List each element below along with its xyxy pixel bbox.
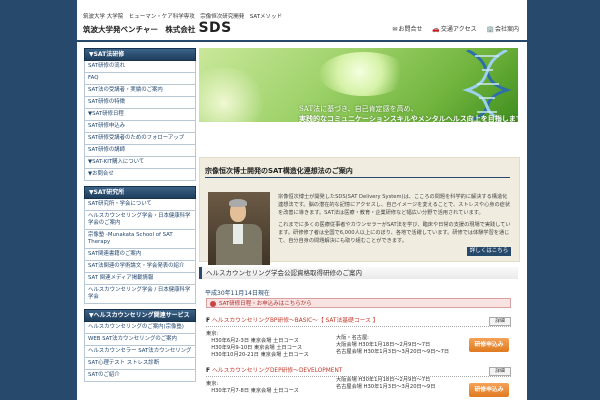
sidebar-item[interactable]: 宗像塾 -Munakata School of SAT Therapy: [84, 230, 196, 249]
intro-title: 宗像恒次博士開発のSAT構造化連想法のご案内: [205, 167, 353, 175]
intro-text: 宗像恒次博士が開発したSDS(SAT Delivery System)は、こころ…: [278, 193, 512, 249]
hero-banner: SAT法に基づき、自己肯定感を高め、 実践的なコミュニケーションスキルやメンタル…: [199, 48, 518, 122]
course-title[interactable]: F ヘルスカウンセリングDEP研修～DEVELOPMENT: [206, 367, 511, 377]
dna-helix-icon: [462, 50, 512, 120]
apply-button[interactable]: 研修申込み: [469, 383, 509, 397]
course-schedule-right: 大阪・名古屋: 大阪会場 H30年1月18日〜2月9日〜7日 名古屋会場 H30…: [336, 335, 449, 356]
course-block: F ヘルスカウンセリングBP研修～BASIC～【 SAT法基礎コース 】 詳細 東…: [206, 317, 511, 365]
course-schedule-left: 東京: H30年7月7-8日 東京会場 土日コース: [206, 381, 299, 395]
course-block: F ヘルスカウンセリングDEP研修～DEVELOPMENT 詳細 東京: H30年…: [206, 367, 511, 400]
intro-detail-button[interactable]: 詳しくはこちら: [467, 247, 511, 256]
intro-section: 宗像恒次博士開発のSAT構造化連想法のご案内 宗像恒次博士が開発したSDS(SA…: [199, 157, 520, 269]
sidebar-item[interactable]: SAT心理テスト ストレス診断: [84, 358, 196, 370]
schedule-line: 名古屋会場 H30年1月3日〜3月20日〜9日〜7日: [336, 349, 450, 355]
banner-text-line1: SAT法に基づき、自己肯定感を高め、: [299, 105, 418, 113]
intro-divider: [205, 177, 510, 178]
schedule-line: 大阪会場 H30年1月18日〜2月9日〜7日: [336, 377, 431, 383]
schedule-line: H30年10月20-21日 東京会場 土日コース: [206, 352, 309, 358]
sidebar-section-counseling[interactable]: ▼ヘルスカウンセリング関連サービス: [84, 309, 196, 322]
schedule-line: H30年9月9-10日 東京会場 土日コース: [206, 345, 303, 351]
sidebar-item[interactable]: ヘルスカウンセリング学会・日本健康科学学会のご案内: [84, 211, 196, 230]
contact-link[interactable]: お問合せ: [398, 26, 422, 33]
photo-hair: [229, 199, 247, 207]
sidebar-item[interactable]: ▼SAT-KIT購入について: [84, 157, 196, 169]
course-detail-button[interactable]: 詳細: [489, 367, 511, 376]
schedule-line: 名古屋会場 H30年1月3日〜3月20日〜9日: [336, 384, 436, 390]
mail-icon: ✉: [392, 26, 398, 33]
intro-paragraph: 宗像恒次博士が開発したSDS(SAT Delivery System)は、こころ…: [278, 194, 511, 216]
sidebar-item[interactable]: ▼お問合せ: [84, 169, 196, 181]
sidebar-item[interactable]: ヘルスカウンセリング学会 / 日本健康科学学会: [84, 285, 196, 304]
intro-paragraph: これまでに多くの医療従事者やカウンセラーがSAT法を学び、臨床や日常の支援の現場…: [278, 222, 511, 244]
course-detail-button[interactable]: 詳細: [489, 317, 511, 326]
sidebar-item[interactable]: ▼SAT研修日程: [84, 109, 196, 121]
brand-name: SDS: [198, 20, 232, 36]
sidebar-section-sat-lab[interactable]: ▼SAT研究所: [84, 186, 196, 199]
sidebar-item[interactable]: WEB SAT法カウンセリングのご案内: [84, 334, 196, 346]
sidebar-item[interactable]: ヘルスカウンセリングのご案内(宗像塾): [84, 322, 196, 334]
brain-illustration: [319, 52, 409, 96]
sidebar-item[interactable]: SAT 関連メディア掲載情報: [84, 273, 196, 285]
sidebar: ▼SAT法研修 SAT研修の流れ FAQ SAT法の受講者・実績のご案内 SAT…: [84, 48, 196, 382]
sidebar-item[interactable]: SAT研修の講師: [84, 145, 196, 157]
brand-prefix: 筑波大学発ベンチャー 株式会社: [83, 25, 196, 34]
sidebar-item[interactable]: SATのご紹介: [84, 370, 196, 382]
sidebar-item[interactable]: SAT関連書籍のご案内: [84, 249, 196, 261]
company-link[interactable]: 会社案内: [495, 26, 519, 33]
arrow-icon: F: [206, 318, 210, 324]
sidebar-section-sat-training[interactable]: ▼SAT法研修: [84, 48, 196, 61]
photo-shirt: [233, 224, 243, 244]
apply-button[interactable]: 研修申込み: [469, 338, 509, 352]
courses-heading: ヘルスカウンセリング学会公認資格取得研修のご案内: [199, 267, 518, 279]
banner-text-line2: 実践的なコミュニケーションスキルやメンタルヘルス向上を目指します: [299, 114, 518, 122]
course-title[interactable]: F ヘルスカウンセリングBP研修～BASIC～【 SAT法基礎コース 】: [206, 317, 511, 327]
course-title-text: ヘルスカウンセリングBP研修～BASIC～【 SAT法基礎コース 】: [211, 318, 379, 324]
schedule-line: 東京:: [206, 381, 219, 387]
schedule-line: H30年7月7-8日 東京会場 土日コース: [206, 388, 299, 394]
sidebar-item[interactable]: FAQ: [84, 73, 196, 85]
arrow-icon: F: [206, 368, 210, 374]
sidebar-item[interactable]: ヘルスカウンセラー SAT法カウンセリング: [84, 346, 196, 358]
schedule-line: 大阪会場 H30年1月18日〜2月9日〜7日: [336, 342, 431, 348]
course-schedule-right: 大阪会場 H30年1月18日〜2月9日〜7日 名古屋会場 H30年1月3日〜3月…: [336, 377, 435, 391]
courses-section: ヘルスカウンセリング学会公認資格取得研修のご案内 平成30年11月14日現在 S…: [199, 265, 518, 400]
course-schedule-left: 東京: H30年6月2-3日 東京会場 土日コース H30年9月9-10日 東京…: [206, 331, 309, 359]
header-tagline: 筑波大学 大学院 ヒューマン・ケア科学専攻 宗像恒次研究開発 SATメソッド: [83, 14, 283, 20]
header-links: ✉お問合せ 🚗交通アクセス 🏢会社案内: [384, 24, 519, 33]
sidebar-item[interactable]: SAT研修申込み: [84, 121, 196, 133]
sidebar-item[interactable]: SAT法関連の学術論文・学会発表の紹介: [84, 261, 196, 273]
courses-date: 平成30年11月14日現在: [205, 290, 270, 297]
schedule-line: 大阪・名古屋:: [336, 335, 369, 341]
notice-text: SAT研修日程・お申込みはこちらから: [219, 301, 312, 307]
sidebar-item[interactable]: SAT法の受講者・実績のご案内: [84, 85, 196, 97]
building-icon: 🏢: [486, 26, 494, 33]
courses-notice-bar[interactable]: SAT研修日程・お申込みはこちらから: [206, 298, 511, 308]
site-header: 筑波大学 大学院 ヒューマン・ケア科学専攻 宗像恒次研究開発 SATメソッド 筑…: [77, 0, 527, 42]
sidebar-item[interactable]: SAT研修受講者のためのフォローアップ: [84, 133, 196, 145]
access-link[interactable]: 交通アクセス: [441, 26, 477, 33]
schedule-line: H30年6月2-3日 東京会場 土日コース: [206, 338, 299, 344]
sidebar-item[interactable]: SAT研修の流れ: [84, 61, 196, 73]
course-title-text: ヘルスカウンセリングDEP研修～DEVELOPMENT: [211, 368, 343, 374]
schedule-line: 東京:: [206, 331, 219, 337]
site-logo[interactable]: 筑波大学発ベンチャー 株式会社 SDS: [83, 20, 232, 36]
sidebar-item[interactable]: SAT研修の特徴: [84, 97, 196, 109]
doctor-photo: [208, 192, 270, 269]
car-icon: 🚗: [432, 26, 440, 33]
banner-glow: [199, 68, 269, 122]
bullet-icon: [210, 300, 216, 307]
sidebar-item[interactable]: SAT研究所・学会について: [84, 199, 196, 211]
